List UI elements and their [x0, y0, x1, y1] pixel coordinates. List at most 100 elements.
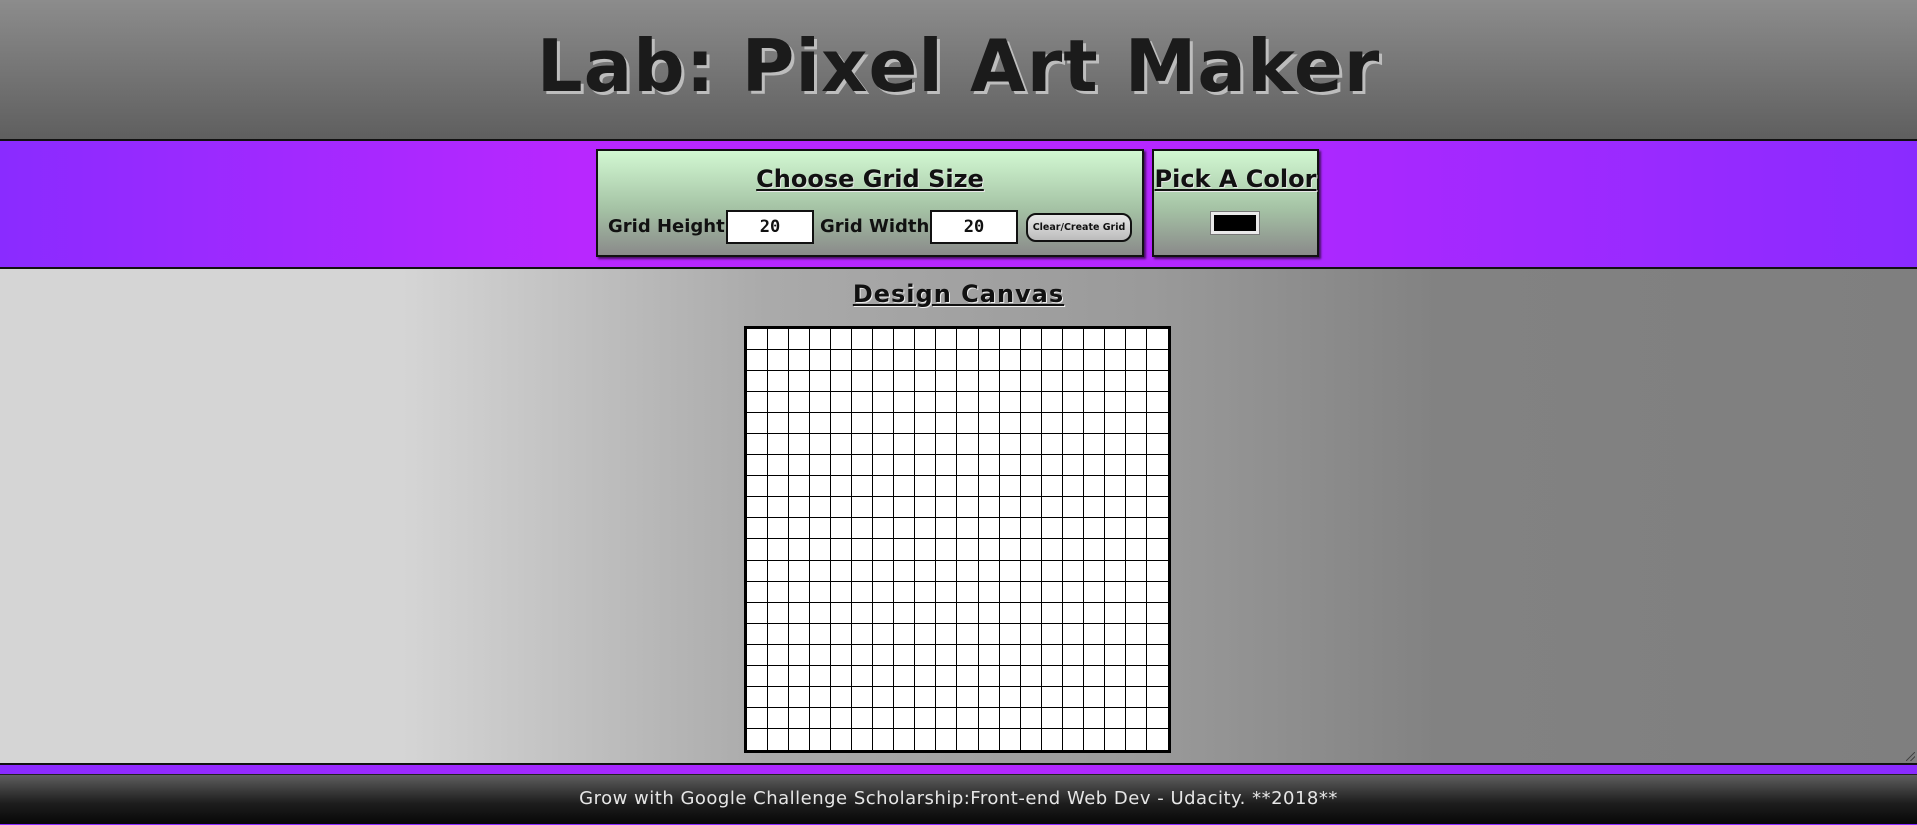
- pixel-cell[interactable]: [915, 497, 937, 519]
- pixel-cell[interactable]: [1146, 602, 1168, 624]
- pixel-cell[interactable]: [747, 350, 769, 372]
- pixel-cell[interactable]: [1125, 581, 1147, 603]
- pixel-cell[interactable]: [1062, 665, 1084, 687]
- pixel-cell[interactable]: [894, 434, 916, 456]
- pixel-cell[interactable]: [1041, 707, 1063, 729]
- pixel-cell[interactable]: [1083, 602, 1105, 624]
- pixel-cell[interactable]: [747, 497, 769, 519]
- pixel-cell[interactable]: [1125, 602, 1147, 624]
- pixel-cell[interactable]: [1146, 350, 1168, 372]
- pixel-cell[interactable]: [1062, 350, 1084, 372]
- pixel-cell[interactable]: [957, 350, 979, 372]
- pixel-cell[interactable]: [1104, 413, 1126, 435]
- color-picker-input[interactable]: [1210, 211, 1260, 235]
- pixel-cell[interactable]: [1104, 686, 1126, 708]
- pixel-cell[interactable]: [915, 581, 937, 603]
- pixel-cell[interactable]: [831, 329, 853, 351]
- pixel-cell[interactable]: [1083, 371, 1105, 393]
- pixel-cell[interactable]: [768, 350, 790, 372]
- pixel-cell[interactable]: [999, 371, 1021, 393]
- pixel-cell[interactable]: [1146, 665, 1168, 687]
- pixel-cell[interactable]: [852, 707, 874, 729]
- pixel-cell[interactable]: [852, 518, 874, 540]
- pixel-cell[interactable]: [894, 539, 916, 561]
- pixel-cell[interactable]: [852, 665, 874, 687]
- pixel-cell[interactable]: [1125, 707, 1147, 729]
- pixel-cell[interactable]: [999, 707, 1021, 729]
- pixel-cell[interactable]: [768, 560, 790, 582]
- pixel-cell[interactable]: [747, 329, 769, 351]
- pixel-cell[interactable]: [1146, 686, 1168, 708]
- pixel-cell[interactable]: [810, 455, 832, 477]
- pixel-cell[interactable]: [1104, 560, 1126, 582]
- pixel-cell[interactable]: [852, 728, 874, 750]
- pixel-cell[interactable]: [1083, 413, 1105, 435]
- pixel-cell[interactable]: [768, 539, 790, 561]
- pixel-cell[interactable]: [789, 350, 811, 372]
- pixel-cell[interactable]: [873, 560, 895, 582]
- pixel-cell[interactable]: [936, 434, 958, 456]
- pixel-cell[interactable]: [852, 644, 874, 666]
- pixel-cell[interactable]: [1083, 728, 1105, 750]
- pixel-cell[interactable]: [852, 539, 874, 561]
- pixel-cell[interactable]: [789, 518, 811, 540]
- pixel-cell[interactable]: [1125, 728, 1147, 750]
- pixel-cell[interactable]: [894, 371, 916, 393]
- pixel-cell[interactable]: [747, 644, 769, 666]
- pixel-cell[interactable]: [831, 476, 853, 498]
- pixel-cell[interactable]: [873, 518, 895, 540]
- pixel-cell[interactable]: [852, 497, 874, 519]
- pixel-cell[interactable]: [747, 581, 769, 603]
- pixel-cell[interactable]: [1062, 707, 1084, 729]
- pixel-cell[interactable]: [936, 560, 958, 582]
- pixel-cell[interactable]: [915, 728, 937, 750]
- pixel-cell[interactable]: [915, 560, 937, 582]
- pixel-cell[interactable]: [1104, 644, 1126, 666]
- pixel-cell[interactable]: [873, 350, 895, 372]
- pixel-cell[interactable]: [915, 539, 937, 561]
- pixel-cell[interactable]: [1125, 497, 1147, 519]
- pixel-cell[interactable]: [1104, 518, 1126, 540]
- pixel-cell[interactable]: [936, 455, 958, 477]
- pixel-cell[interactable]: [768, 665, 790, 687]
- pixel-cell[interactable]: [1020, 329, 1042, 351]
- pixel-cell[interactable]: [936, 728, 958, 750]
- pixel-cell[interactable]: [1041, 413, 1063, 435]
- pixel-cell[interactable]: [915, 350, 937, 372]
- pixel-cell[interactable]: [831, 434, 853, 456]
- pixel-cell[interactable]: [978, 539, 1000, 561]
- pixel-cell[interactable]: [915, 413, 937, 435]
- pixel-cell[interactable]: [957, 644, 979, 666]
- pixel-cell[interactable]: [1083, 392, 1105, 414]
- pixel-cell[interactable]: [1146, 728, 1168, 750]
- pixel-cell[interactable]: [936, 371, 958, 393]
- pixel-cell[interactable]: [999, 623, 1021, 645]
- pixel-cell[interactable]: [789, 434, 811, 456]
- pixel-cell[interactable]: [873, 392, 895, 414]
- pixel-cell[interactable]: [831, 644, 853, 666]
- pixel-cell[interactable]: [1062, 560, 1084, 582]
- pixel-cell[interactable]: [1062, 539, 1084, 561]
- pixel-cell[interactable]: [1125, 434, 1147, 456]
- pixel-cell[interactable]: [978, 728, 1000, 750]
- pixel-cell[interactable]: [1083, 350, 1105, 372]
- pixel-cell[interactable]: [894, 476, 916, 498]
- pixel-cell[interactable]: [999, 560, 1021, 582]
- pixel-cell[interactable]: [1041, 728, 1063, 750]
- pixel-cell[interactable]: [810, 434, 832, 456]
- pixel-cell[interactable]: [810, 665, 832, 687]
- pixel-cell[interactable]: [768, 371, 790, 393]
- pixel-cell[interactable]: [789, 560, 811, 582]
- pixel-cell[interactable]: [915, 707, 937, 729]
- pixel-cell[interactable]: [1020, 728, 1042, 750]
- pixel-cell[interactable]: [852, 560, 874, 582]
- pixel-cell[interactable]: [936, 497, 958, 519]
- pixel-cell[interactable]: [747, 686, 769, 708]
- pixel-cell[interactable]: [936, 350, 958, 372]
- pixel-cell[interactable]: [1062, 497, 1084, 519]
- pixel-cell[interactable]: [747, 665, 769, 687]
- pixel-cell[interactable]: [1146, 434, 1168, 456]
- pixel-cell[interactable]: [1104, 539, 1126, 561]
- pixel-cell[interactable]: [789, 623, 811, 645]
- pixel-cell[interactable]: [810, 350, 832, 372]
